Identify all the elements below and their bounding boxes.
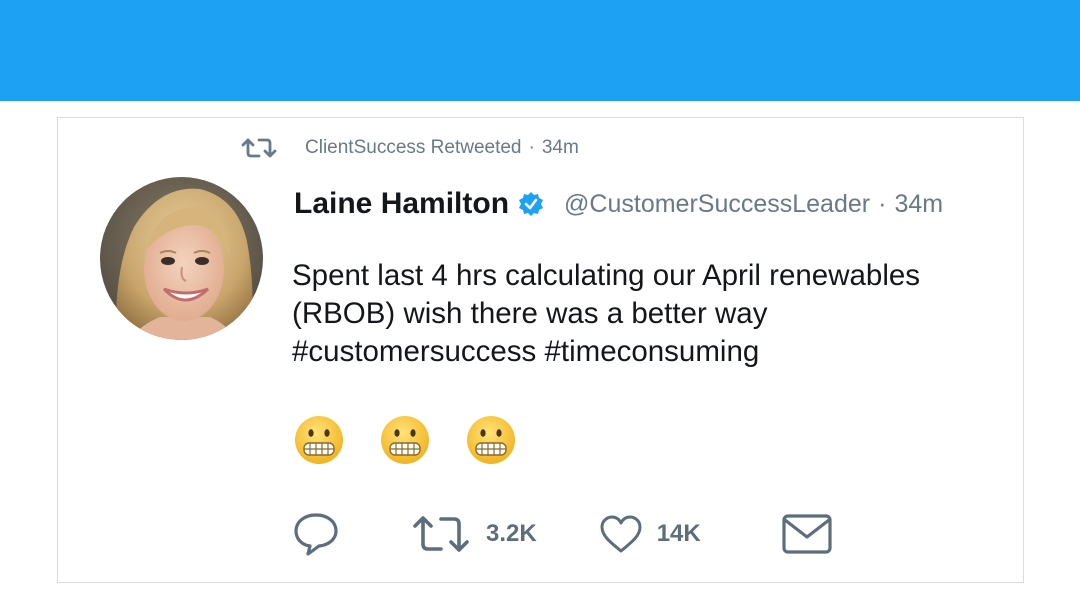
tweet-actions: 3.2K 14K — [292, 509, 833, 559]
emoji-row — [294, 415, 516, 465]
separator-dot: · — [528, 137, 535, 158]
tweet-header: Laine Hamilton @CustomerSuccessLeader · … — [294, 182, 943, 226]
tweet-text: Spent last 4 hrs calculating our April r… — [292, 257, 992, 371]
avatar-photo — [100, 177, 263, 340]
retweeted-by-label[interactable]: ClientSuccess Retweeted — [305, 137, 522, 159]
top-bar — [0, 0, 1080, 101]
retweet-icon — [241, 138, 277, 158]
envelope-icon — [782, 514, 832, 554]
retweet-count: 3.2K — [486, 520, 537, 547]
tweet-text-line: #customersuccess #timeconsuming — [292, 335, 760, 368]
author-name[interactable]: Laine Hamilton — [294, 187, 509, 221]
grimacing-face-icon — [295, 416, 343, 464]
reply-button[interactable] — [292, 510, 340, 558]
retweet-context: ClientSuccess Retweeted · 34m — [241, 134, 579, 162]
grimacing-face-icon — [467, 416, 515, 464]
tweet-text-line: (RBOB) wish there was a better way — [292, 297, 768, 330]
retweet-icon — [413, 516, 469, 552]
grimacing-face-icon — [381, 416, 429, 464]
separator-dot: · — [878, 189, 887, 218]
verified-badge-icon — [519, 192, 544, 216]
retweet-button[interactable]: 3.2K — [412, 512, 537, 556]
direct-message-button[interactable] — [781, 512, 833, 556]
tweet-card[interactable]: ClientSuccess Retweeted · 34m Laine Hami… — [57, 117, 1024, 583]
heart-icon — [600, 515, 642, 553]
author-handle[interactable]: @CustomerSuccessLeader — [564, 190, 870, 219]
tweet-text-line: Spent last 4 hrs calculating our April r… — [292, 259, 921, 292]
tweet-timestamp[interactable]: 34m — [894, 190, 943, 219]
retweet-timestamp: 34m — [541, 137, 579, 158]
like-count: 14K — [656, 520, 701, 547]
reply-icon — [294, 513, 338, 556]
avatar[interactable] — [100, 177, 263, 340]
like-button[interactable]: 14K — [599, 514, 701, 554]
